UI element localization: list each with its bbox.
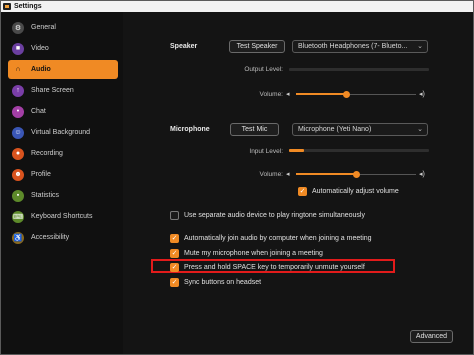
separate-ringtone-device-checkbox[interactable]: Use separate audio device to play ringto… <box>170 210 365 220</box>
speaker-label: Speaker <box>170 43 198 50</box>
sidebar-item-keyboard-shortcuts[interactable]: ⌨ Keyboard Shortcuts <box>8 207 118 226</box>
speaker-volume-slider[interactable] <box>296 90 416 99</box>
sync-headset-buttons-checkbox[interactable]: ✓ Sync buttons on headset <box>170 277 261 287</box>
test-mic-button[interactable]: Test Mic <box>230 123 279 136</box>
checkbox-label: Sync buttons on headset <box>184 278 262 286</box>
test-speaker-button[interactable]: Test Speaker <box>229 40 285 53</box>
accessibility-icon: ♿ <box>12 231 24 244</box>
checkbox-label: Automatically adjust volume <box>312 187 399 195</box>
auto-adjust-volume-checkbox[interactable]: ✓ Automatically adjust volume <box>298 186 399 196</box>
checkbox-checked-icon: ✓ <box>298 186 307 196</box>
mic-volume-label: Volume: <box>259 171 284 178</box>
keyboard-icon: ⌨ <box>12 210 24 223</box>
sidebar-item-general[interactable]: ⚙ General <box>8 18 118 37</box>
sidebar-item-label: Audio <box>31 66 51 73</box>
speaker-volume-label: Volume: <box>259 91 284 98</box>
sidebar-item-label: Accessibility <box>31 234 70 241</box>
checkbox-label: Use separate audio device to play ringto… <box>184 211 365 219</box>
volume-low-icon: ◂ <box>286 91 290 98</box>
speaker-device-select[interactable]: Bluetooth Headphones (7- Blueto... ⌄ <box>292 40 428 53</box>
settings-window: Settings ⚙ General ■ Video ∩ Audio ↑ Sha… <box>0 0 474 355</box>
checkbox-label: Automatically join audio by computer whe… <box>184 234 372 242</box>
input-level-meter <box>289 149 429 152</box>
push-to-talk-checkbox[interactable]: ✓ Press and hold SPACE key to temporaril… <box>170 262 365 272</box>
chevron-down-icon: ⌄ <box>417 126 423 133</box>
microphone-device-value: Microphone (Yeti Nano) <box>298 126 372 133</box>
audio-settings-panel: Speaker Test Speaker Bluetooth Headphone… <box>123 12 473 354</box>
slider-thumb[interactable] <box>352 171 360 178</box>
person-icon: ☺ <box>12 126 24 139</box>
checkbox-checked-icon: ✓ <box>170 277 179 287</box>
sidebar-item-video[interactable]: ■ Video <box>8 39 118 58</box>
chevron-down-icon: ⌄ <box>417 43 423 50</box>
share-screen-icon: ↑ <box>12 84 24 97</box>
slider-thumb[interactable] <box>342 91 350 98</box>
sidebar-item-statistics[interactable]: ▪ Statistics <box>8 186 118 205</box>
slider-filled <box>296 93 347 95</box>
slider-filled <box>296 173 356 175</box>
checkbox-checked-icon: ✓ <box>170 248 179 258</box>
auto-join-audio-checkbox[interactable]: ✓ Automatically join audio by computer w… <box>170 233 372 243</box>
app-icon <box>3 3 11 10</box>
sidebar-item-share-screen[interactable]: ↑ Share Screen <box>8 81 118 100</box>
sidebar: ⚙ General ■ Video ∩ Audio ↑ Share Screen… <box>1 12 123 354</box>
sidebar-item-label: Virtual Background <box>31 129 91 136</box>
headphones-icon: ∩ <box>12 63 24 76</box>
sidebar-item-label: Chat <box>31 108 46 115</box>
volume-low-icon: ◂ <box>286 171 290 178</box>
window-title: Settings <box>14 3 42 10</box>
sidebar-item-audio[interactable]: ∩ Audio <box>8 60 118 79</box>
volume-high-icon: ◂) <box>419 91 425 98</box>
output-level-label: Output Level: <box>244 66 283 73</box>
title-bar: Settings <box>1 1 473 12</box>
sidebar-item-virtual-background[interactable]: ☺ Virtual Background <box>8 123 118 142</box>
camera-icon: ■ <box>12 42 24 55</box>
checkbox-label: Press and hold SPACE key to temporarily … <box>184 263 365 271</box>
checkbox-label: Mute my microphone when joining a meetin… <box>184 249 323 257</box>
checkbox-checked-icon: ✓ <box>170 262 179 272</box>
sidebar-item-chat[interactable]: • Chat <box>8 102 118 121</box>
sidebar-item-profile[interactable]: ☻ Profile <box>8 165 118 184</box>
sidebar-item-label: Statistics <box>31 192 60 199</box>
microphone-label: Microphone <box>170 126 210 133</box>
chat-icon: • <box>12 105 24 118</box>
mic-volume-slider[interactable] <box>296 170 416 179</box>
sidebar-item-label: Profile <box>31 171 51 178</box>
sidebar-item-label: Recording <box>31 150 63 157</box>
statistics-icon: ▪ <box>12 189 24 202</box>
profile-icon: ☻ <box>12 168 24 181</box>
input-level-label: Input Level: <box>249 148 283 155</box>
input-level-fill <box>289 149 305 152</box>
mute-on-join-checkbox[interactable]: ✓ Mute my microphone when joining a meet… <box>170 248 323 258</box>
volume-high-icon: ◂) <box>419 171 425 178</box>
sidebar-item-label: Video <box>31 45 49 52</box>
sidebar-item-label: Keyboard Shortcuts <box>31 213 93 220</box>
checkbox-checked-icon: ✓ <box>170 233 179 243</box>
gear-icon: ⚙ <box>12 21 24 34</box>
advanced-button[interactable]: Advanced <box>410 330 453 343</box>
sidebar-item-label: Share Screen <box>31 87 74 94</box>
speaker-device-value: Bluetooth Headphones (7- Blueto... <box>298 43 408 50</box>
output-level-meter <box>289 68 429 71</box>
checkbox-unchecked-icon <box>170 210 179 220</box>
sidebar-item-label: General <box>31 24 56 31</box>
sidebar-item-accessibility[interactable]: ♿ Accessibility <box>8 228 118 247</box>
record-icon: ● <box>12 147 24 160</box>
sidebar-item-recording[interactable]: ● Recording <box>8 144 118 163</box>
microphone-device-select[interactable]: Microphone (Yeti Nano) ⌄ <box>292 123 428 136</box>
